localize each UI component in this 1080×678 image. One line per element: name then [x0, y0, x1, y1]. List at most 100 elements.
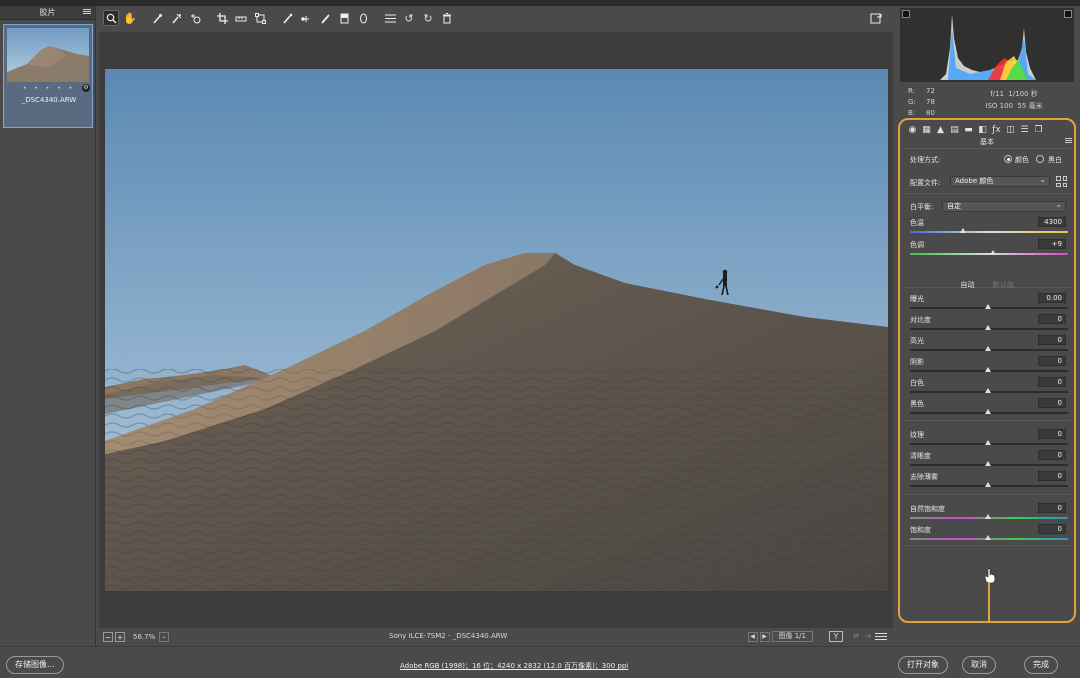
slider-value-input[interactable]: 0: [1038, 314, 1066, 324]
swap-icon[interactable]: ⇄: [853, 632, 859, 640]
effects-tab-icon[interactable]: ƒx: [990, 125, 1003, 135]
slider-value-input[interactable]: 0: [1038, 503, 1066, 513]
rotate-left-icon[interactable]: ↺: [401, 10, 417, 26]
crop-icon[interactable]: [214, 10, 230, 26]
spot-removal-icon[interactable]: [279, 10, 295, 26]
slider-thumb[interactable]: [989, 250, 996, 255]
save-image-button[interactable]: 存储图像...: [6, 656, 64, 674]
zoom-in-button[interactable]: +: [115, 632, 125, 642]
white-balance-icon[interactable]: [149, 10, 165, 26]
done-button[interactable]: 完成: [1024, 656, 1058, 674]
slider-thumb[interactable]: [985, 409, 991, 414]
zoom-icon[interactable]: [103, 10, 119, 26]
slider-thumb[interactable]: [985, 440, 991, 445]
slider-value-input[interactable]: 0: [1038, 398, 1066, 408]
graduated-filter-icon[interactable]: [336, 10, 352, 26]
process-bw-radio[interactable]: [1036, 155, 1044, 163]
slider-thumb[interactable]: [960, 228, 967, 233]
slider-label: 色调: [910, 241, 924, 249]
slider-value-input[interactable]: 0: [1038, 356, 1066, 366]
slider-temp[interactable]: 色温 4300: [908, 217, 1070, 238]
rotate-right-icon[interactable]: ↻: [420, 10, 436, 26]
tone-curve-tab-icon[interactable]: ▦: [920, 125, 933, 135]
redeye-icon[interactable]: [298, 10, 314, 26]
slider-thumb[interactable]: [985, 388, 991, 393]
slider-value-input[interactable]: 4300: [1038, 217, 1066, 227]
auto-link[interactable]: 自动: [960, 281, 974, 289]
zoom-out-button[interactable]: −: [103, 632, 113, 642]
default-link[interactable]: 默认值: [993, 281, 1014, 289]
slider-value-input[interactable]: 0: [1038, 471, 1066, 481]
preview-preferences-icon[interactable]: [875, 631, 887, 641]
slider-thumb[interactable]: [985, 461, 991, 466]
lens-tab-icon[interactable]: ◧: [976, 125, 989, 135]
split-toning-tab-icon[interactable]: ▬: [962, 125, 975, 135]
camera-file-info: Sony ILCE-7SM2 - _DSC4340.ARW: [389, 632, 508, 640]
snapshots-tab-icon[interactable]: ❐: [1032, 125, 1045, 135]
preview-canvas[interactable]: [99, 32, 893, 628]
slider-vibrance[interactable]: 自然饱和度 0: [908, 503, 1070, 524]
trash-icon[interactable]: [439, 10, 455, 26]
slider-dehaze[interactable]: 去除薄雾 0: [908, 471, 1070, 492]
slider-thumb[interactable]: [985, 367, 991, 372]
slider-saturation[interactable]: 饱和度 0: [908, 524, 1070, 545]
rating-stars[interactable]: • • • • •: [4, 85, 94, 92]
presets-list-icon[interactable]: [382, 10, 398, 26]
slider-value-input[interactable]: +9: [1038, 239, 1066, 249]
before-after-button[interactable]: Y: [829, 631, 843, 642]
slider-value-input[interactable]: 0.00: [1038, 293, 1066, 303]
target-adjust-icon[interactable]: [187, 10, 203, 26]
radial-filter-icon[interactable]: [355, 10, 371, 26]
profile-select[interactable]: Adobe 颜色: [950, 175, 1050, 187]
next-image-button[interactable]: ▶: [759, 631, 770, 642]
detail-tab-icon[interactable]: ▲: [934, 125, 947, 135]
copy-settings-icon[interactable]: ⇥: [865, 632, 871, 640]
hsl-tab-icon[interactable]: ▤: [948, 125, 961, 135]
slider-thumb[interactable]: [985, 535, 991, 540]
slider-tint[interactable]: 色调 +9: [908, 239, 1070, 260]
presets-tab-icon[interactable]: ☰: [1018, 125, 1031, 135]
hand-icon[interactable]: ✋: [122, 10, 138, 26]
white-balance-select[interactable]: 自定: [942, 200, 1066, 212]
filmstrip-menu-icon[interactable]: [83, 8, 91, 16]
slider-track[interactable]: [910, 231, 1068, 233]
preview-image[interactable]: [105, 69, 888, 591]
slider-value-input[interactable]: 0: [1038, 524, 1066, 534]
slider-value-input[interactable]: 0: [1038, 450, 1066, 460]
slider-value-input[interactable]: 0: [1038, 429, 1066, 439]
wb-label: 白平衡:: [910, 203, 934, 211]
panel-menu-icon[interactable]: [1065, 137, 1072, 144]
adjustment-brush-icon[interactable]: [317, 10, 333, 26]
slider-value-input[interactable]: 0: [1038, 377, 1066, 387]
slider-exposure[interactable]: 曝光 0.00: [908, 293, 1070, 314]
slider-clarity[interactable]: 清晰度 0: [908, 450, 1070, 471]
workflow-options-link[interactable]: Adobe RGB (1998)；16 位；4240 x 2832 (12.0 …: [400, 661, 628, 671]
fullscreen-icon[interactable]: [868, 10, 884, 26]
process-color-radio[interactable]: [1004, 155, 1012, 163]
color-sampler-icon[interactable]: [168, 10, 184, 26]
basic-tab-icon[interactable]: ◉: [906, 125, 919, 135]
slider-contrast[interactable]: 对比度 0: [908, 314, 1070, 335]
slider-highlights[interactable]: 高光 0: [908, 335, 1070, 356]
zoom-dropdown[interactable]: ⌄: [159, 632, 170, 642]
slider-thumb[interactable]: [985, 346, 991, 351]
slider-thumb[interactable]: [985, 325, 991, 330]
open-object-button[interactable]: 打开对象: [898, 656, 948, 674]
slider-texture[interactable]: 纹理 0: [908, 429, 1070, 450]
slider-whites[interactable]: 白色 0: [908, 377, 1070, 398]
slider-thumb[interactable]: [985, 304, 991, 309]
profile-browser-icon[interactable]: [1056, 176, 1067, 187]
slider-thumb[interactable]: [985, 482, 991, 487]
straighten-icon[interactable]: [233, 10, 249, 26]
transform-icon[interactable]: [252, 10, 268, 26]
slider-value-input[interactable]: 0: [1038, 335, 1066, 345]
slider-blacks[interactable]: 黑色 0: [908, 398, 1070, 419]
slider-shadows[interactable]: 阴影 0: [908, 356, 1070, 377]
g-value: 78: [926, 98, 935, 106]
cancel-button[interactable]: 取消: [962, 656, 996, 674]
filmstrip-thumbnail[interactable]: • • • • • ⚙ _DSC4340.ARW: [3, 24, 93, 128]
footer-bar: 存储图像... Adobe RGB (1998)；16 位；4240 x 283…: [0, 646, 1080, 678]
slider-thumb[interactable]: [985, 514, 991, 519]
calibration-tab-icon[interactable]: ◫: [1004, 125, 1017, 135]
prev-image-button[interactable]: ◀: [747, 631, 758, 642]
